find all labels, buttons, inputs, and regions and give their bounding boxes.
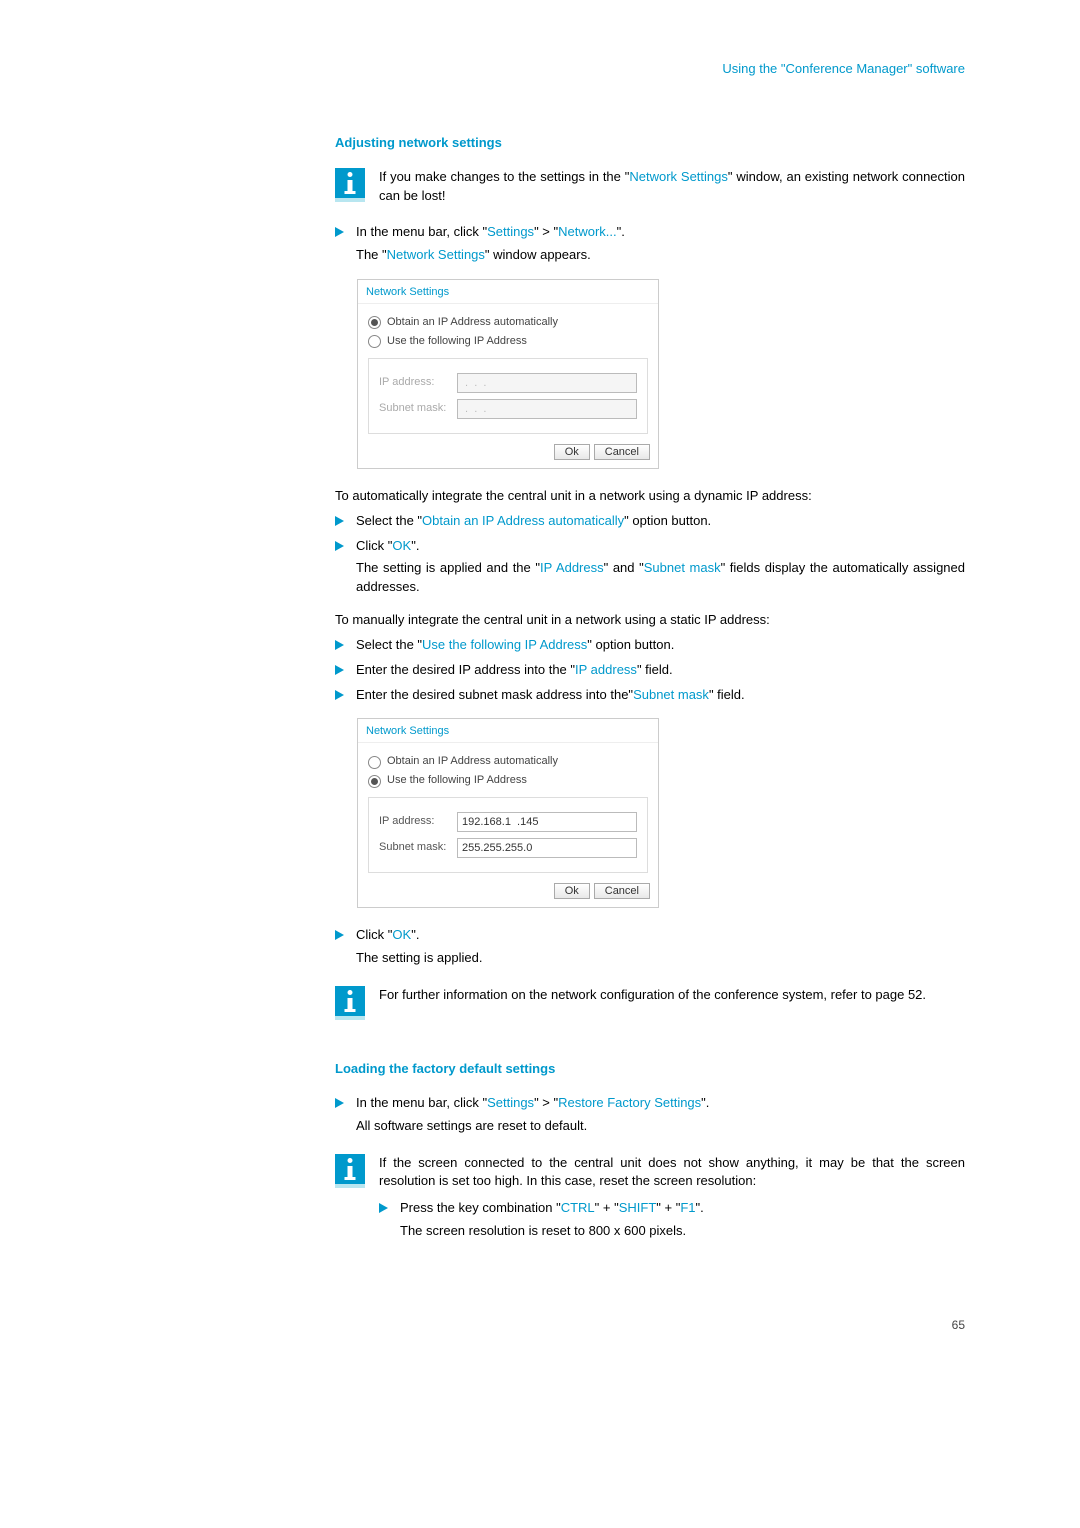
radio-auto-label: Obtain an IP Address automatically [387,315,558,331]
page-header: Using the "Conference Manager" software [335,60,965,79]
bullet-arrow-icon [335,516,344,526]
radio-manual-label: Use the following IP Address [387,334,527,350]
bullet-arrow-icon [335,690,344,700]
step-click-ok-auto: Click "OK". The setting is applied and t… [356,537,965,598]
para-auto: To automatically integrate the central u… [335,487,965,506]
info-text-resolution: If the screen connected to the central u… [379,1154,965,1247]
radio-manual[interactable] [368,335,381,348]
ip-label: IP address: [379,814,457,830]
mask-input[interactable] [457,838,637,858]
step-select-auto: Select the "Obtain an IP Address automat… [356,512,965,531]
dialog-network-settings-auto: Network Settings Obtain an IP Address au… [357,279,659,469]
radio-auto[interactable] [368,316,381,329]
step-keypress: Press the key combination "CTRL" + "SHIF… [400,1199,965,1241]
ok-button[interactable]: Ok [554,444,590,460]
bullet-arrow-icon [335,930,344,940]
step-enter-mask: Enter the desired subnet mask address in… [356,686,965,705]
cancel-button[interactable]: Cancel [594,444,650,460]
mask-label: Subnet mask: [379,840,457,856]
bullet-arrow-icon [335,541,344,551]
ok-button[interactable]: Ok [554,883,590,899]
ip-input[interactable] [457,812,637,832]
bullet-arrow-icon [379,1203,388,1213]
bullet-arrow-icon [335,640,344,650]
ip-input [457,373,637,393]
step-open-dialog: In the menu bar, click "Settings" > "Net… [356,223,965,265]
step-restore: In the menu bar, click "Settings" > "Res… [356,1094,965,1136]
radio-manual[interactable] [368,775,381,788]
radio-auto-label: Obtain an IP Address automatically [387,754,558,770]
info-icon [335,168,365,202]
info-text: If you make changes to the settings in t… [379,168,965,206]
mask-label: Subnet mask: [379,401,457,417]
bullet-arrow-icon [335,1098,344,1108]
mask-input [457,399,637,419]
cancel-button[interactable]: Cancel [594,883,650,899]
info-icon [335,986,365,1020]
section-title-network: Adjusting network settings [335,134,965,153]
bullet-arrow-icon [335,227,344,237]
radio-manual-label: Use the following IP Address [387,773,527,789]
dialog-title: Network Settings [358,280,658,304]
info-text-further: For further information on the network c… [379,986,965,1005]
para-manual: To manually integrate the central unit i… [335,611,965,630]
ip-label: IP address: [379,375,457,391]
dialog-title: Network Settings [358,719,658,743]
step-select-manual: Select the "Use the following IP Address… [356,636,965,655]
radio-auto[interactable] [368,756,381,769]
step-click-ok-manual: Click "OK". The setting is applied. [356,926,965,968]
dialog-network-settings-manual: Network Settings Obtain an IP Address au… [357,718,659,908]
bullet-arrow-icon [335,665,344,675]
info-icon [335,1154,365,1188]
section-title-factory: Loading the factory default settings [335,1060,965,1079]
page-number: 65 [335,1317,965,1334]
step-enter-ip: Enter the desired IP address into the "I… [356,661,965,680]
